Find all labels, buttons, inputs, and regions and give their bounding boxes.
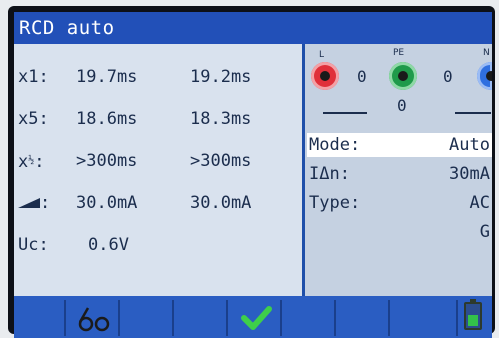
param-value: AC: [469, 193, 490, 213]
result-value-2: 30.0mA: [190, 193, 252, 213]
result-label: x½:: [18, 146, 45, 177]
result-value-1: >300ms: [76, 151, 138, 171]
result-label: x1:: [18, 67, 49, 87]
lcd-screen: RCD auto x1: 19.7ms 19.2ms x5: 18.6ms 18…: [14, 12, 492, 338]
terminal-label: PE: [393, 48, 405, 58]
terminal-value: 0: [443, 67, 453, 86]
title-bar: RCD auto: [14, 12, 492, 44]
result-label-colon: :: [40, 193, 51, 213]
ramp-icon: [18, 198, 40, 208]
result-value-2: >300ms: [190, 151, 252, 171]
softkey-1[interactable]: [14, 300, 66, 336]
terminal-label: L: [319, 50, 325, 60]
result-value-1: 30.0mA: [76, 193, 138, 213]
param-key: IΔn:: [309, 164, 350, 184]
param-type[interactable]: Type: AC: [307, 191, 492, 215]
softkey-3[interactable]: [122, 300, 174, 336]
uc-value: 0.6V: [88, 235, 129, 255]
results-panel: x1: 19.7ms 19.2ms x5: 18.6ms 18.3ms x½: …: [14, 44, 302, 296]
param-rated-current[interactable]: IΔn: 30mA: [307, 162, 492, 186]
result-value-2: 18.3ms: [190, 109, 252, 129]
result-label: x5:: [18, 109, 49, 129]
battery-icon: [464, 299, 482, 330]
page-title: RCD auto: [19, 17, 115, 39]
softkey-4[interactable]: [176, 300, 228, 336]
connection-line: [323, 112, 367, 114]
result-value-1: 18.6ms: [76, 109, 138, 129]
param-type-extra: G: [307, 220, 492, 244]
param-key: Mode:: [309, 135, 361, 155]
result-label-x: x: [18, 152, 29, 172]
terminal-bottom-value: 0: [397, 96, 407, 115]
settings-panel: L 0 PE 0 0 N Mode: Auto IΔn: 30mA Type: …: [305, 44, 492, 296]
terminal-value: 0: [357, 67, 367, 86]
softkey-5[interactable]: [230, 300, 282, 336]
result-value-2: 19.2ms: [190, 67, 252, 87]
terminal-label: N: [483, 48, 490, 58]
param-key: Type:: [309, 193, 361, 213]
glasses-icon: [78, 307, 110, 332]
terminal-n-socket-icon: [477, 62, 492, 90]
connection-line: [455, 112, 491, 114]
param-value: Auto: [449, 135, 490, 155]
instrument-bezel: RCD auto x1: 19.7ms 19.2ms x5: 18.6ms 18…: [8, 6, 495, 338]
terminal-pe-socket-icon: [389, 62, 417, 90]
battery-level: [468, 315, 478, 326]
terminal-l-socket-icon: [311, 62, 339, 90]
softkey-6[interactable]: [284, 300, 336, 336]
param-value: 30mA: [449, 164, 490, 184]
softkey-7[interactable]: [338, 300, 390, 336]
uc-label: Uc:: [18, 235, 49, 255]
softkey-8[interactable]: [392, 300, 458, 336]
check-icon: [241, 306, 272, 330]
param-mode[interactable]: Mode: Auto: [307, 133, 492, 157]
param-value: G: [479, 222, 490, 242]
result-label-colon: :: [34, 152, 45, 172]
softkey-2[interactable]: [68, 300, 120, 336]
softkey-bar: [14, 296, 492, 338]
result-value-1: 19.7ms: [76, 67, 138, 87]
result-label: :: [18, 188, 50, 218]
